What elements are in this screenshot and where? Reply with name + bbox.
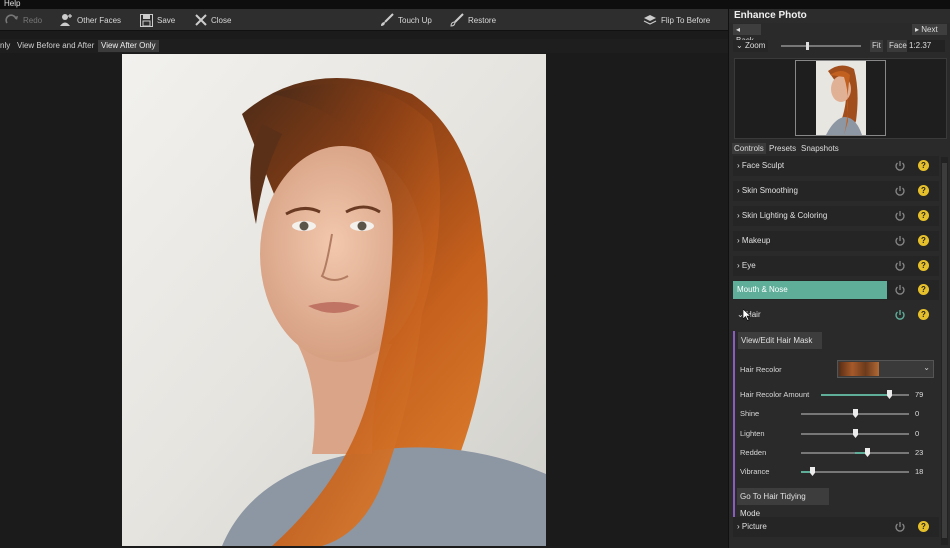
power-icon[interactable]: [894, 521, 906, 533]
redden-slider[interactable]: Redden 23: [740, 447, 936, 459]
layers-icon: [643, 14, 657, 25]
hair-recolor-row: Hair Recolor ⌄: [740, 360, 936, 378]
chevron-down-icon: ⌄: [736, 41, 743, 50]
help-icon[interactable]: ?: [918, 185, 929, 196]
scrollbar-thumb[interactable]: [942, 163, 947, 538]
redo-icon: [5, 14, 18, 24]
slider-thumb[interactable]: [853, 429, 858, 438]
slider-thumb[interactable]: [853, 409, 858, 418]
help-icon[interactable]: ?: [918, 309, 929, 320]
portrait-photo[interactable]: [122, 54, 546, 546]
view-only-tab[interactable]: nly: [0, 40, 13, 52]
view-mode-bar: nly View Before and After View After Onl…: [0, 39, 728, 53]
panel-scrollbar[interactable]: [941, 157, 948, 545]
zoom-fit-button[interactable]: Fit: [870, 40, 883, 52]
slider-thumb[interactable]: [887, 390, 892, 399]
hair-recolor-dropdown[interactable]: ⌄: [837, 360, 934, 378]
zoom-slider-track[interactable]: [781, 45, 861, 47]
zoom-slider-thumb[interactable]: [806, 42, 809, 50]
close-icon: [195, 14, 207, 26]
other-faces-button[interactable]: Other Faces: [59, 12, 121, 28]
zoom-row: ⌄ Zoom Fit Face 1:2.37: [731, 40, 949, 52]
chevron-right-icon: ›: [737, 236, 740, 245]
help-icon[interactable]: ?: [918, 521, 929, 532]
section-skin-lighting[interactable]: › Skin Lighting & Coloring ?: [733, 206, 939, 226]
section-eye[interactable]: › Eye ?: [733, 256, 939, 276]
power-icon[interactable]: [894, 284, 906, 296]
menu-help[interactable]: Help: [4, 0, 20, 8]
hair-controls: View/Edit Hair Mask Hair Recolor ⌄ Hair …: [733, 331, 939, 518]
next-arrow-icon: ▸: [915, 25, 920, 34]
close-button[interactable]: Close: [195, 12, 231, 28]
power-icon[interactable]: [894, 210, 906, 222]
power-icon[interactable]: [894, 160, 906, 172]
hair-color-swatch: [839, 362, 879, 376]
slider-thumb[interactable]: [810, 467, 815, 476]
tab-snapshots[interactable]: Snapshots: [799, 143, 841, 154]
help-icon[interactable]: ?: [918, 210, 929, 221]
face-person-icon: [60, 14, 72, 26]
power-on-icon[interactable]: [894, 309, 906, 321]
chevron-right-icon: ›: [737, 161, 740, 170]
hair-recolor-amount-slider[interactable]: Hair Recolor Amount 79: [740, 389, 936, 401]
navigator-view-frame[interactable]: [795, 60, 886, 136]
chevron-down-icon: ⌄: [923, 363, 930, 372]
redo-button[interactable]: Redo: [5, 12, 42, 28]
photo-canvas: [0, 53, 728, 548]
view-edit-hair-mask-button[interactable]: View/Edit Hair Mask: [738, 332, 822, 349]
navigator-preview[interactable]: [734, 58, 947, 139]
section-mouth-nose[interactable]: Mouth & Nose ?: [733, 280, 939, 300]
power-icon[interactable]: [894, 235, 906, 247]
section-face-sculpt[interactable]: › Face Sculpt ?: [733, 156, 939, 176]
menubar: Help: [0, 0, 950, 9]
section-makeup[interactable]: › Makeup ?: [733, 231, 939, 251]
hair-tidying-mode-button[interactable]: Go To Hair Tidying Mode: [737, 488, 829, 518]
brush-icon: [381, 13, 394, 26]
help-icon[interactable]: ?: [918, 260, 929, 271]
next-button[interactable]: ▸ Next: [912, 24, 947, 35]
panel-title: Enhance Photo: [729, 9, 950, 23]
chevron-right-icon: ›: [737, 211, 740, 220]
zoom-face-button[interactable]: Face: [887, 40, 909, 52]
save-icon: [140, 13, 153, 27]
section-skin-smoothing[interactable]: › Skin Smoothing ?: [733, 181, 939, 201]
touch-up-button[interactable]: Touch Up: [380, 12, 432, 28]
view-before-after-tab[interactable]: View Before and After: [14, 40, 97, 52]
zoom-toggle[interactable]: ⌄ Zoom: [733, 40, 769, 52]
save-button[interactable]: Save: [140, 12, 175, 28]
tab-controls[interactable]: Controls: [732, 143, 766, 154]
panel-tabs: Controls Presets Snapshots: [731, 143, 949, 154]
slider-thumb[interactable]: [865, 448, 870, 457]
chevron-right-icon: ›: [737, 261, 740, 270]
help-icon[interactable]: ?: [918, 160, 929, 171]
back-button[interactable]: ◂ Back: [733, 24, 761, 45]
help-icon[interactable]: ?: [918, 235, 929, 246]
back-arrow-icon: ◂: [736, 25, 741, 34]
restore-brush-icon: [450, 13, 464, 27]
lighten-slider[interactable]: Lighten 0: [740, 428, 936, 440]
power-icon[interactable]: [894, 185, 906, 197]
shine-slider[interactable]: Shine 0: [740, 408, 936, 420]
view-after-only-tab[interactable]: View After Only: [98, 40, 159, 52]
zoom-ratio: 1:2.37: [907, 40, 945, 52]
mouse-cursor-icon: [743, 309, 751, 321]
power-icon[interactable]: [894, 260, 906, 272]
chevron-right-icon: ›: [737, 186, 740, 195]
chevron-right-icon: ›: [737, 522, 740, 531]
toolbar: Redo Other Faces Save Close Touch Up Res…: [0, 9, 728, 31]
help-icon[interactable]: ?: [918, 284, 929, 295]
restore-button[interactable]: Restore: [450, 12, 496, 28]
section-hair[interactable]: ⌄ Hair ?: [733, 305, 939, 325]
vibrance-slider[interactable]: Vibrance 18: [740, 466, 936, 478]
tab-presets[interactable]: Presets: [767, 143, 798, 154]
enhance-panel: Enhance Photo ◂ Back ▸ Next ⌄ Zoom Fit F…: [728, 9, 950, 548]
navigator-thumbnail: [816, 61, 866, 135]
section-picture[interactable]: › Picture ?: [733, 517, 939, 537]
flip-to-before-button[interactable]: Flip To Before: [643, 12, 710, 28]
